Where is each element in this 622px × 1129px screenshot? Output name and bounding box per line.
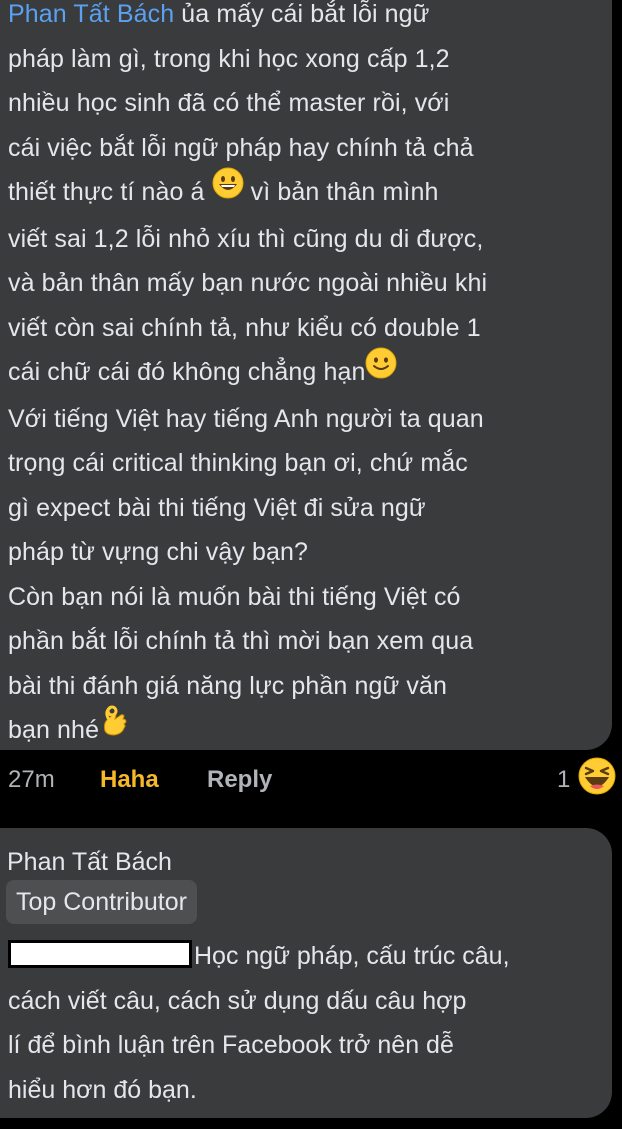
comment-text: bạn nhé: [8, 716, 100, 745]
comment-line: gì expect bài thi tiếng Việt đi sửa ngữ: [8, 493, 426, 522]
laughing-squint-face-icon[interactable]: [577, 756, 617, 803]
comment-line: cách viết câu, cách sử dụng dấu câu hợp: [8, 986, 467, 1015]
comment-line: hiểu hơn đó bạn.: [8, 1075, 197, 1104]
comment-line: lí để bình luận trên Facebook trở nên dễ: [8, 1031, 454, 1059]
reaction-count[interactable]: 1: [557, 766, 570, 794]
comment-line: trọng cái critical thinking bạn ơi, chứ …: [8, 449, 468, 478]
reply-comment-body: Học ngữ pháp, cấu trúc câu, cách viết câ…: [8, 934, 608, 1112]
comment-line: nhiều học sinh đã có thể master rồi, với: [8, 89, 450, 117]
comment-author-name[interactable]: Phan Tất Bách: [7, 848, 172, 877]
comment-text: ủa mấy cái bắt lỗi ngữ: [174, 0, 430, 28]
comment-text: Học ngữ pháp, cấu trúc câu,: [194, 942, 510, 970]
comment-actions: 27m Haha Reply 1: [0, 752, 622, 810]
comment-line: và bản thân mấy bạn nước ngoài nhiều khi: [8, 269, 488, 298]
comment-line: bài thi đánh giá năng lực phần ngữ văn: [8, 671, 447, 700]
comment-line: Với tiếng Việt hay tiếng Anh người ta qu…: [8, 404, 484, 433]
redacted-mention: [8, 940, 192, 969]
reply-button[interactable]: Reply: [207, 766, 272, 794]
comment-line: Học ngữ pháp, cấu trúc câu,: [8, 934, 608, 979]
reply-comment-bubble: Phan Tất Bách Top Contributor Học ngữ ph…: [0, 828, 612, 1118]
top-contributor-badge: Top Contributor: [6, 880, 197, 924]
comment-line: pháp từ vựng chi vậy bạn?: [8, 538, 309, 567]
comment-line: thiết thực tí nào á vì bản thân mình: [8, 167, 608, 217]
comment-text: vì bản thân mình: [243, 178, 439, 206]
comment-line: viết sai 1,2 lỗi nhỏ xíu thì cũng du di …: [8, 224, 484, 253]
comment-text: cái chữ cái đó không chẳng hạn: [8, 358, 366, 387]
comment-timestamp[interactable]: 27m: [8, 766, 55, 794]
comment-line: Phan Tất Bách ủa mấy cái bắt lỗi ngữ: [8, 0, 608, 37]
comment-line: phần bắt lỗi chính tả thì mời bạn xem qu…: [8, 627, 474, 656]
comment-line: cái chữ cái đó không chẳng hạn: [8, 347, 608, 397]
comment-line: bạn nhé: [8, 705, 608, 755]
comment-text: thiết thực tí nào á: [8, 178, 205, 206]
haha-reaction-button[interactable]: Haha: [100, 766, 159, 794]
grinning-face-icon: [212, 167, 244, 214]
comment-line: Còn bạn nói là muốn bài thi tiếng Việt c…: [8, 582, 461, 611]
comment-line: pháp làm gì, trong khi học xong cấp 1,2: [8, 44, 450, 73]
mentioned-user-link[interactable]: Phan Tất Bách: [8, 0, 174, 28]
comment-line: cái việc bắt lỗi ngữ pháp hay chính tả c…: [8, 133, 474, 162]
comment-body: Phan Tất Bách ủa mấy cái bắt lỗi ngữ phá…: [8, 0, 608, 755]
ok-hand-icon: [99, 705, 129, 752]
slightly-smiling-face-icon: [365, 347, 397, 394]
comment-line: viết còn sai chính tả, như kiểu có doubl…: [8, 313, 481, 342]
